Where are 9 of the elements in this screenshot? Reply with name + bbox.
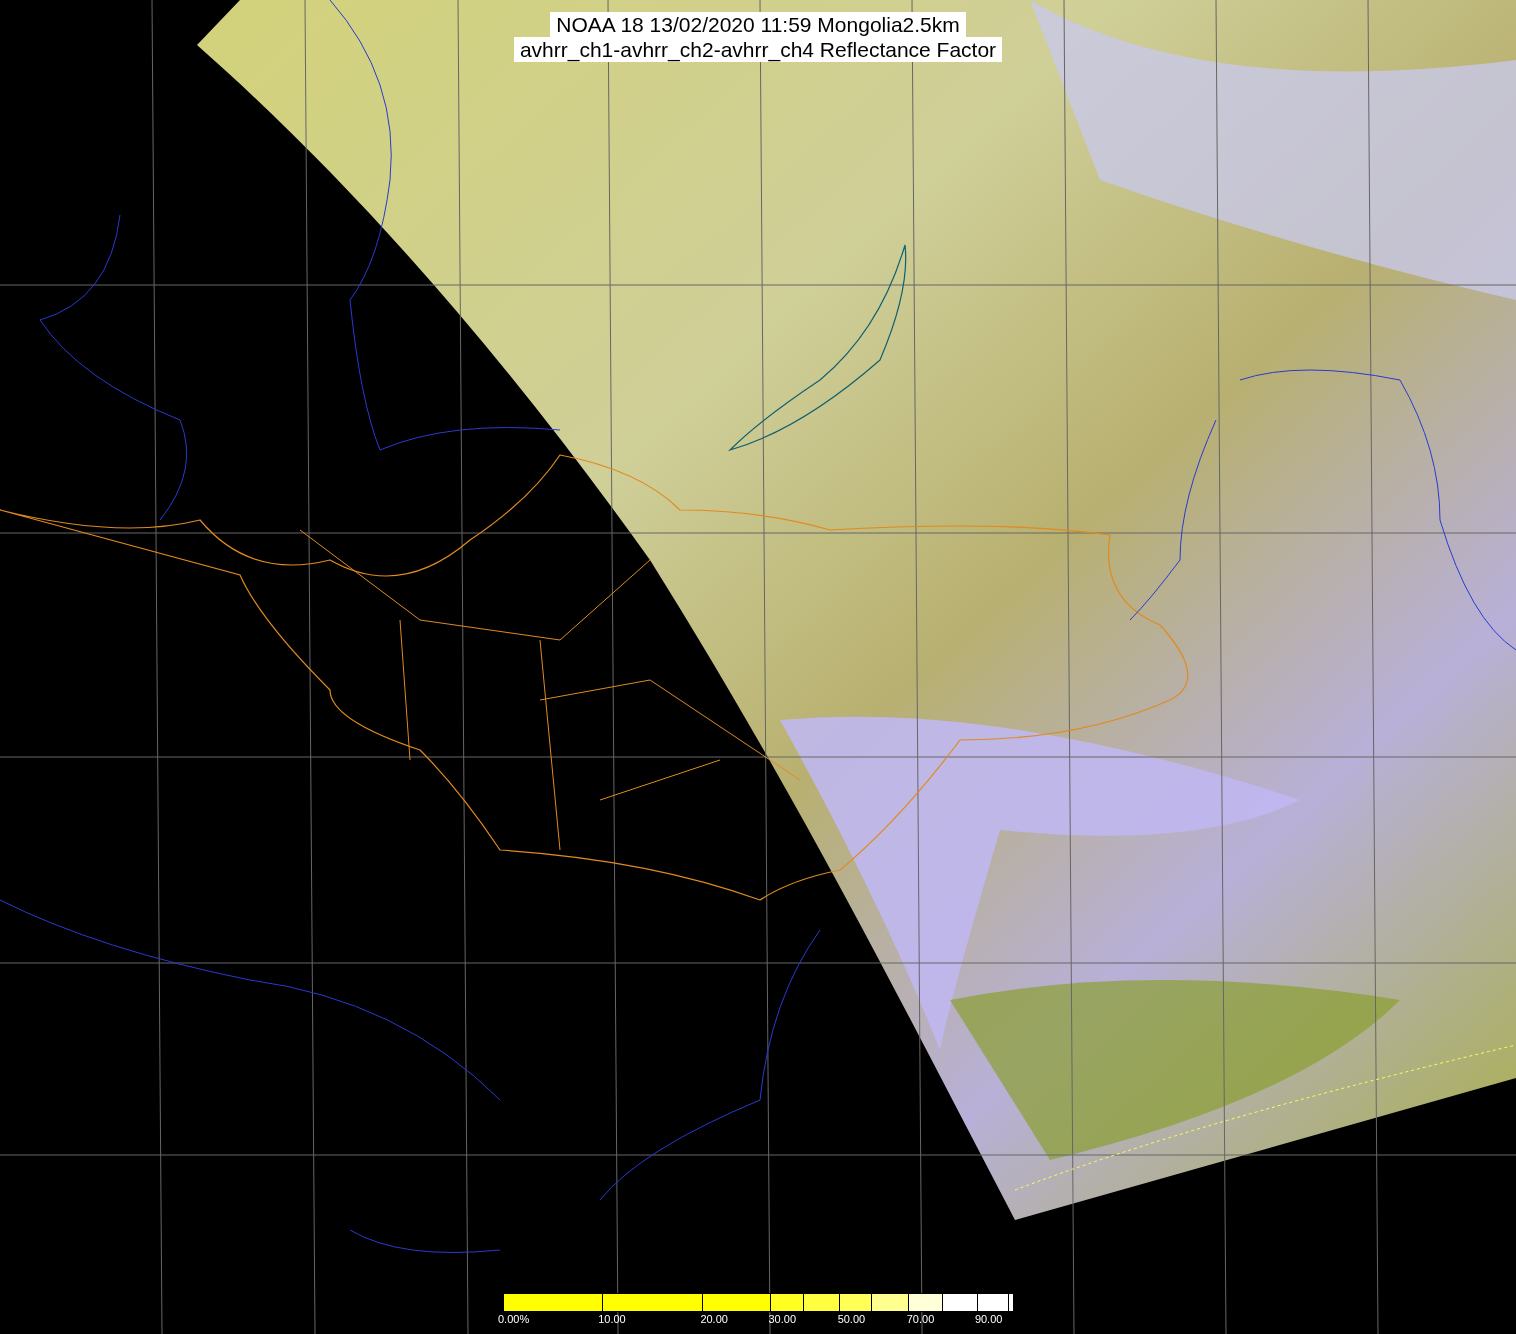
scale-label: 0.00% [498, 1313, 530, 1325]
scale-label: 10.00 [598, 1313, 626, 1325]
map-title: NOAA 18 13/02/2020 11:59 Mongolia2.5km [550, 12, 966, 37]
scale-label: 20.00 [700, 1313, 728, 1325]
map-title: avhrr_ch1-avhrr_ch2-avhrr_ch4 Reflectance Factor [513, 37, 1003, 62]
scale-label: 90.00 [974, 1313, 1003, 1325]
scale-label: 50.00 [837, 1313, 866, 1325]
scale-label: 30.00 [768, 1313, 797, 1325]
scale-label: 70.00 [906, 1313, 935, 1325]
